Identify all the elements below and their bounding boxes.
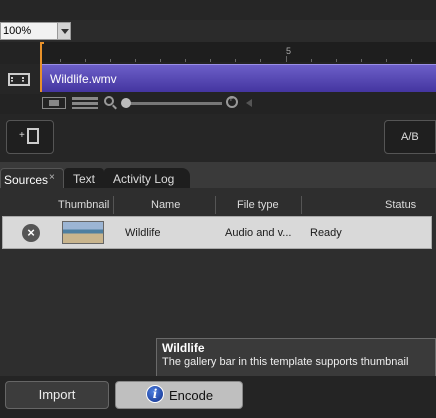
- zoom-slider-thumb[interactable]: [121, 98, 131, 108]
- tab-sources-label: Sources: [4, 173, 49, 187]
- track-height-icon[interactable]: [72, 97, 98, 109]
- zoom-slider-track[interactable]: [122, 102, 222, 105]
- chevron-down-icon[interactable]: [57, 23, 70, 39]
- column-header-name[interactable]: Name: [151, 199, 180, 211]
- ruler-label: 5: [286, 46, 292, 56]
- tab-sources[interactable]: Sources ×: [0, 168, 64, 188]
- zoom-in-icon[interactable]: [226, 94, 238, 108]
- info-icon: i: [146, 385, 164, 403]
- ab-compare-button[interactable]: A/B: [384, 120, 436, 154]
- tab-activity-log[interactable]: Activity Log: [104, 168, 190, 188]
- import-button[interactable]: Import: [5, 381, 109, 409]
- film-frame-icon: [27, 128, 39, 144]
- add-clip-label: +: [19, 130, 25, 141]
- clip-playhead-line: [40, 64, 42, 92]
- tooltip-title: Wildlife: [162, 341, 205, 355]
- filmstrip-icon: [8, 73, 30, 86]
- zoom-value: 100%: [3, 25, 32, 37]
- tab-text-label: Text: [73, 172, 96, 186]
- video-thumbnail: [62, 221, 104, 244]
- close-icon[interactable]: ×: [49, 172, 55, 183]
- row-name: Wildlife: [125, 227, 161, 239]
- add-clip-button[interactable]: +: [6, 120, 54, 154]
- encode-label: Encode: [169, 388, 214, 403]
- fit-to-window-icon[interactable]: [42, 97, 66, 109]
- zoom-dropdown[interactable]: 100%: [0, 22, 71, 40]
- tooltip-body: The gallery bar in this template support…: [162, 356, 409, 368]
- column-header-thumbnail[interactable]: Thumbnail: [58, 199, 109, 211]
- top-strip: [0, 0, 436, 20]
- timeline-clip[interactable]: Wildlife.wmv: [40, 64, 436, 92]
- column-header-file-type[interactable]: File type: [237, 199, 279, 211]
- timeline-ruler[interactable]: [40, 42, 436, 62]
- ab-label: A/B: [401, 131, 419, 143]
- row-file-type: Audio and v...: [225, 227, 292, 239]
- encode-button[interactable]: Encode: [115, 381, 243, 409]
- tab-text[interactable]: Text: [64, 168, 104, 188]
- remove-icon[interactable]: ×: [22, 224, 40, 242]
- toolbar-area: [0, 114, 436, 162]
- column-header-status[interactable]: Status: [385, 199, 416, 211]
- zoom-out-icon[interactable]: [104, 96, 114, 106]
- tab-activity-label: Activity Log: [113, 172, 175, 186]
- row-status: Ready: [310, 227, 342, 239]
- playhead-marker[interactable]: [40, 42, 44, 64]
- scroll-left-icon[interactable]: [246, 99, 252, 107]
- clip-name: Wildlife.wmv: [50, 72, 117, 86]
